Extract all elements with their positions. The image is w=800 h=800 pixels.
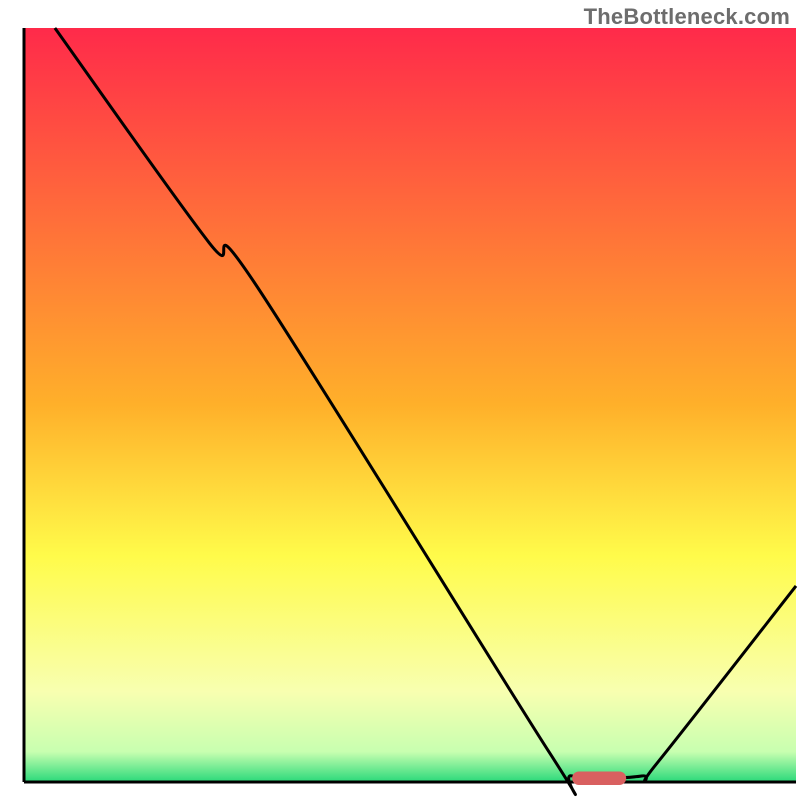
chart-plot-area (0, 0, 800, 800)
optimal-marker (572, 771, 626, 785)
chart-gradient-background (24, 28, 796, 782)
chart-svg (0, 0, 800, 800)
watermark-text: TheBottleneck.com (584, 4, 790, 30)
chart-container: TheBottleneck.com (0, 0, 800, 800)
